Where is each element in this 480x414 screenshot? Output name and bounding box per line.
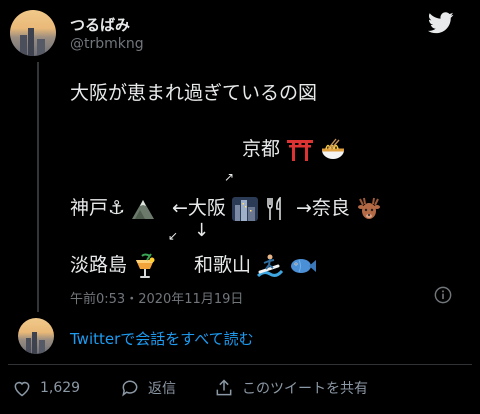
- tropical-drink-icon: [136, 252, 155, 278]
- kyoto-label: 京都: [242, 138, 281, 160]
- like-button[interactable]: 1,629: [12, 378, 80, 398]
- fork-knife-icon: [267, 196, 281, 220]
- awaji-label: 淡路島: [70, 254, 128, 276]
- conversation-avatar[interactable]: [18, 318, 54, 354]
- info-icon[interactable]: [434, 286, 452, 304]
- like-count: 1,629: [40, 380, 81, 396]
- kobe-label: 神戸⚓: [70, 197, 126, 219]
- thread-line: [37, 62, 39, 312]
- arrow-up-right: ↗: [224, 170, 235, 184]
- arrow-down: ↓: [194, 220, 210, 241]
- ramen-icon: [322, 138, 345, 159]
- map-nara: →奈良: [296, 193, 382, 221]
- heart-icon: [14, 381, 30, 397]
- map-osaka: ←大阪: [172, 193, 286, 221]
- nara-label: →奈良: [296, 197, 350, 219]
- share-button[interactable]: このツイートを共有: [214, 378, 368, 398]
- fish-icon: [291, 258, 317, 273]
- deer-icon: [357, 197, 380, 219]
- tweet-card: つるばみ @trbmkng 大阪が恵まれ過ぎているの図 京都 ↗ 神戸⚓ ←大阪…: [8, 0, 472, 414]
- divider: [8, 364, 472, 365]
- arrow-down-left: ↙: [168, 229, 179, 243]
- reply-icon: [122, 380, 138, 397]
- map-kyoto: 京都: [242, 134, 346, 162]
- mountain-icon: [132, 199, 155, 219]
- map-wakayama: 和歌山: [194, 250, 317, 279]
- torii-icon: [287, 139, 314, 161]
- tweet-timestamp[interactable]: 午前0:53・2020年11月19日: [70, 288, 243, 307]
- wakayama-label: 和歌山: [194, 254, 252, 276]
- osaka-label: ←大阪: [172, 197, 226, 219]
- cityscape-icon: [231, 196, 258, 221]
- display-name[interactable]: つるばみ: [70, 14, 130, 35]
- reply-label: 返信: [148, 381, 176, 397]
- user-handle[interactable]: @trbmkng: [70, 36, 144, 52]
- read-conversation-link[interactable]: Twitterで会話をすべて読む: [70, 328, 254, 349]
- share-label: このツイートを共有: [242, 381, 368, 397]
- avatar[interactable]: [10, 10, 56, 56]
- twitter-bird-icon[interactable]: [428, 12, 454, 34]
- surfer-icon: [257, 254, 284, 277]
- map-awaji: 淡路島: [70, 250, 157, 279]
- map-kobe: 神戸⚓: [70, 193, 155, 221]
- share-icon: [216, 379, 232, 396]
- reply-button[interactable]: 返信: [120, 378, 176, 398]
- tweet-title: 大阪が恵まれ過ぎているの図: [70, 82, 318, 104]
